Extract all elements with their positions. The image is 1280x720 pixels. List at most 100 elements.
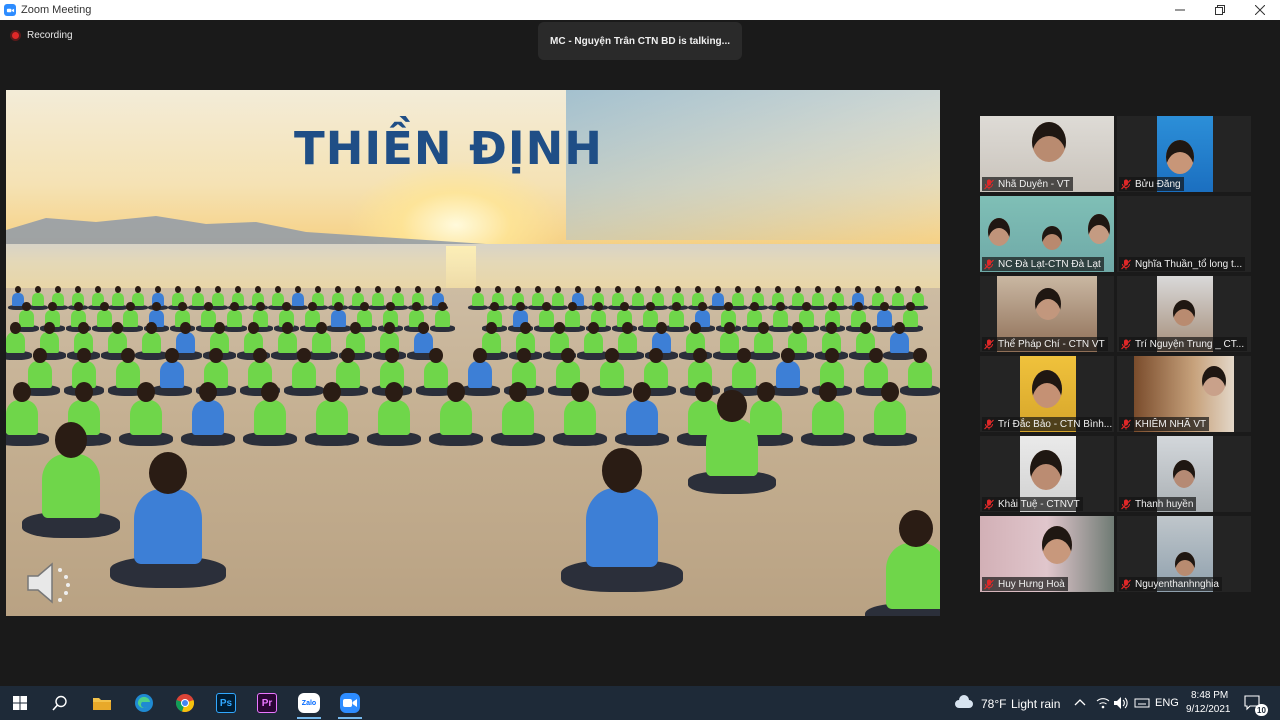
participant-tile[interactable]: Nguyenthanhnghia [1117, 516, 1251, 592]
person-head [126, 302, 135, 312]
weather-temperature[interactable]: 78°F [981, 697, 1006, 711]
photoshop-button[interactable]: Ps [206, 686, 246, 720]
active-speaker-banner: MC - Nguyện Trân CTN BD is talking... [538, 22, 742, 60]
person-shirt [877, 310, 892, 327]
person-shirt [754, 332, 773, 354]
person-shirt [468, 361, 492, 388]
person-head [672, 302, 681, 312]
file-explorer-button[interactable] [82, 686, 122, 720]
person-shirt [874, 399, 906, 435]
person-head [633, 382, 651, 402]
person-head [334, 302, 343, 312]
premiere-button[interactable]: Pr [247, 686, 287, 720]
participant-tile[interactable]: Bửu Đăng [1117, 116, 1251, 192]
person-shirt [632, 292, 644, 306]
participant-tile[interactable]: NC Đà Lạt-CTN Đà Lạt [980, 196, 1114, 272]
meeting-area: Recording MC - Nguyện Trân CTN BD is tal… [0, 20, 1280, 686]
volume-icon[interactable] [1113, 696, 1129, 710]
zalo-button[interactable]: Zalo [289, 686, 329, 720]
person-head [757, 382, 775, 402]
person-head [571, 382, 589, 402]
shared-screen[interactable]: THIỀN ĐỊNH [6, 90, 940, 616]
person-shirt [112, 292, 124, 306]
person-shirt [331, 310, 346, 327]
mic-muted-icon [984, 259, 994, 269]
start-button[interactable] [0, 686, 40, 720]
person-head [881, 382, 899, 402]
participant-name: Nhã Duyên - VT [998, 178, 1070, 190]
person-head [486, 322, 497, 334]
wifi-icon[interactable] [1096, 696, 1110, 710]
person-head [248, 322, 259, 334]
person-head [33, 348, 47, 363]
participant-tile[interactable]: KHIÊM NHÃ VT [1117, 356, 1251, 432]
clock-date[interactable]: 9/12/2021 [1186, 704, 1231, 715]
person-head [750, 302, 759, 312]
chrome-button[interactable] [165, 686, 205, 720]
close-button[interactable] [1240, 0, 1280, 20]
person-head [860, 322, 871, 334]
participant-tile[interactable]: Thể Pháp Chí - CTN VT [980, 276, 1114, 352]
participant-tile[interactable]: Trí Đắc Bảo - CTN Bình... [980, 356, 1114, 432]
zalo-icon: Zalo [298, 693, 320, 713]
person-head [204, 302, 213, 312]
participant-label: Trí Nguyện Trung _ CT... [1119, 337, 1248, 351]
participant-label: Bửu Đăng [1119, 177, 1184, 191]
zoom-icon [340, 693, 360, 713]
slide-title: THIỀN ĐỊNH [294, 122, 603, 175]
participant-label: Nhã Duyên - VT [982, 177, 1073, 191]
participant-tile[interactable]: Huy Hưng Hoà [980, 516, 1114, 592]
person-head [517, 348, 531, 363]
participant-tile[interactable]: Khải Tuệ - CTNVT [980, 436, 1114, 512]
person-head [74, 302, 83, 312]
person-head [146, 322, 157, 334]
premiere-icon: Pr [257, 693, 277, 713]
person-head [447, 382, 465, 402]
person-head [509, 382, 527, 402]
participant-tile[interactable]: Trí Nguyện Trung _ CT... [1117, 276, 1251, 352]
person-shirt [812, 399, 844, 435]
mic-muted-icon [1121, 419, 1131, 429]
person-head [178, 302, 187, 312]
edge-icon [135, 694, 153, 712]
keyboard-icon[interactable] [1134, 695, 1150, 711]
edge-button[interactable] [124, 686, 164, 720]
chevron-up-icon[interactable] [1074, 698, 1086, 706]
person-head [13, 382, 31, 402]
search-button[interactable] [40, 686, 80, 720]
person-shirt [706, 418, 758, 476]
participant-face [1173, 300, 1195, 326]
recording-indicator[interactable]: Recording [10, 30, 73, 41]
participant-name: Nguyenthanhnghia [1135, 578, 1219, 590]
weather-cloud-icon[interactable] [954, 695, 974, 711]
participant-tile[interactable]: Thanh huyền [1117, 436, 1251, 512]
restore-button[interactable] [1200, 0, 1240, 20]
person-head [10, 322, 21, 334]
person-shirt [626, 399, 658, 435]
person-shirt [618, 332, 637, 354]
person-head [253, 348, 267, 363]
minimize-button[interactable] [1160, 0, 1200, 20]
person-shirt [584, 332, 603, 354]
participant-label: Nghĩa Thuần_tổ long t... [1119, 257, 1246, 271]
person-shirt [472, 292, 484, 306]
participant-tile[interactable]: Nhã Duyên - VT [980, 116, 1114, 192]
person-head [554, 322, 565, 334]
participant-face [988, 218, 1010, 246]
person-head [44, 322, 55, 334]
minimize-icon [1175, 9, 1185, 11]
clock-time[interactable]: 8:48 PM [1191, 690, 1228, 701]
speaker-icon[interactable] [24, 560, 76, 606]
person-head [350, 322, 361, 334]
zoom-button[interactable] [330, 686, 370, 720]
participant-tile[interactable]: Nghĩa Thuần_tổ long t... [1117, 196, 1251, 272]
weather-description[interactable]: Light rain [1011, 697, 1060, 711]
person-shirt [552, 292, 564, 306]
person-head [490, 302, 499, 312]
input-language[interactable]: ENG [1155, 697, 1179, 709]
person-head [261, 382, 279, 402]
person-head [54, 422, 88, 458]
person-head [880, 302, 889, 312]
participant-label: Huy Hưng Hoà [982, 577, 1068, 591]
person-head [214, 322, 225, 334]
